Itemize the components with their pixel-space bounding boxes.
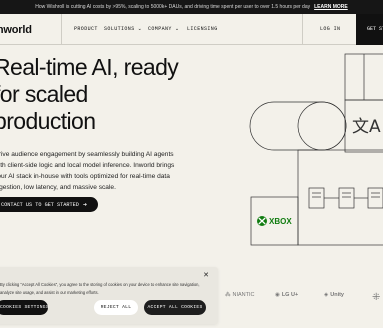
- cookie-text: By clicking “Accept All Cookies”, you ag…: [0, 281, 212, 297]
- lg-circle-icon: ◉: [275, 292, 280, 298]
- close-icon[interactable]: ✕: [203, 271, 209, 279]
- doc-icon: [338, 187, 355, 209]
- unity-logo: ◈ Unity: [324, 292, 344, 298]
- partner-logo-partial: ⁜: [372, 292, 381, 303]
- diagram-box: [297, 149, 383, 246]
- translate-icon: 文A: [352, 117, 381, 137]
- doc-icon: [367, 187, 383, 209]
- lgu-logo: ◉ LG U+: [275, 292, 299, 298]
- unity-cube-icon: ◈: [324, 292, 329, 298]
- niantic-icon: ⁂: [225, 292, 231, 298]
- niantic-logo: ⁂ NIANTIC: [225, 292, 255, 298]
- cookie-text-line: analyze site usage, and assist in our ma…: [0, 290, 99, 295]
- diagram-circle: [297, 101, 347, 151]
- doc-icon: [308, 187, 325, 209]
- xbox-label: XBOX: [269, 217, 292, 226]
- accept-all-button[interactable]: ACCEPT ALL COOKIES: [144, 300, 206, 315]
- cookie-banner: ✕ By clicking “Accept All Cookies”, you …: [0, 267, 218, 324]
- reject-all-button[interactable]: REJECT ALL: [94, 300, 138, 315]
- cookie-text-line: By clicking “Accept All Cookies”, you ag…: [0, 282, 200, 287]
- cookie-settings-button[interactable]: COOKIES SETTINGS: [0, 300, 49, 315]
